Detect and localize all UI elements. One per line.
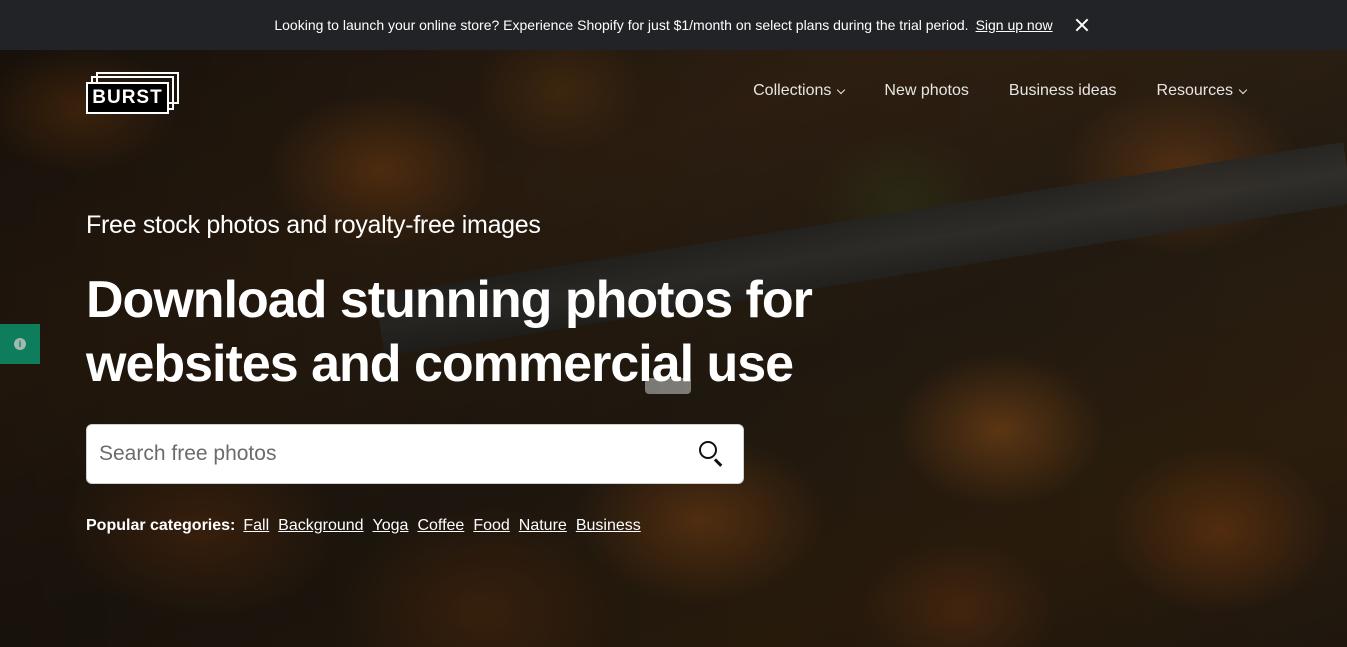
main-nav: Collections New photos Business ideas Re… — [713, 82, 1248, 100]
sign-up-link[interactable]: Sign up now — [976, 17, 1053, 33]
burst-logo[interactable]: BURST — [86, 72, 180, 114]
nav-business-ideas[interactable]: Business ideas — [1009, 82, 1117, 100]
category-link-background[interactable]: Background — [278, 517, 363, 535]
category-link-business[interactable]: Business — [576, 517, 641, 535]
headline-line-2: websites and commercial use — [86, 335, 794, 393]
category-link-coffee[interactable]: Coffee — [417, 517, 464, 535]
search-input[interactable] — [87, 425, 691, 483]
close-icon[interactable] — [1075, 18, 1089, 32]
category-link-yoga[interactable]: Yoga — [373, 517, 409, 535]
nav-new-photos-label: New photos — [884, 82, 969, 99]
popular-categories-label: Popular categories: — [86, 517, 236, 534]
search-icon — [699, 441, 717, 459]
hero-headline: Download stunning photos for websites an… — [86, 268, 846, 396]
headline-line-1: Download stunning photos for — [86, 271, 813, 329]
category-link-food[interactable]: Food — [473, 517, 509, 535]
category-link-nature[interactable]: Nature — [519, 517, 567, 535]
nav-resources[interactable]: Resources — [1156, 82, 1248, 100]
hero-subtitle: Free stock photos and royalty-free image… — [86, 211, 541, 239]
announcement-message: Looking to launch your online store? Exp… — [274, 17, 969, 33]
chevron-down-icon — [1238, 85, 1248, 94]
announcement-bar: Looking to launch your online store? Exp… — [0, 0, 1347, 50]
search-button[interactable] — [691, 434, 731, 474]
nav-collections-label: Collections — [753, 82, 832, 99]
nav-business-ideas-label: Business ideas — [1008, 82, 1117, 99]
info-icon: i — [14, 338, 26, 350]
category-link-fall[interactable]: Fall — [243, 517, 269, 535]
logo-text: BURST — [92, 87, 163, 108]
nav-new-photos[interactable]: New photos — [884, 82, 969, 100]
nav-collections[interactable]: Collections — [753, 82, 846, 100]
search-box — [86, 424, 744, 484]
nav-resources-label: Resources — [1156, 82, 1233, 99]
feedback-tab[interactable]: i — [0, 324, 40, 364]
chevron-down-icon — [837, 85, 846, 94]
popular-categories: Popular categories: Fall Background Yoga… — [86, 517, 650, 535]
